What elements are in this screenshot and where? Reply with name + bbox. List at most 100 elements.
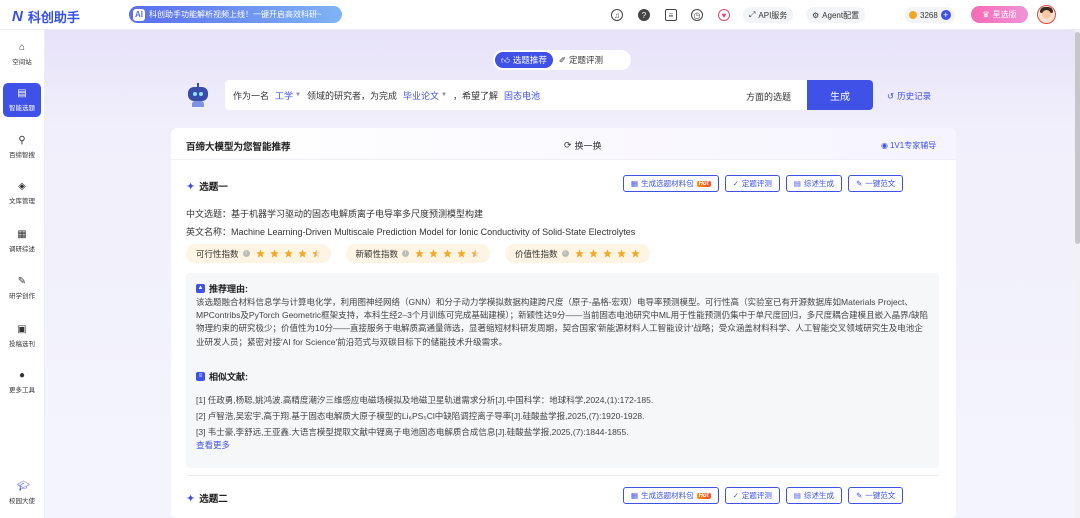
star-icon	[269, 249, 279, 258]
help-icon[interactable]: ?	[638, 9, 650, 21]
refs-heading: ≡ 相似文献:	[196, 370, 248, 383]
score-label: 新颖性指数	[355, 248, 399, 259]
materials-button[interactable]: ▦ 生成选题材料包 Hot	[623, 487, 719, 504]
star-icon	[283, 249, 293, 258]
chat-icon: ◉	[881, 141, 888, 150]
check-icon: ✓	[732, 491, 739, 500]
announcement-banner[interactable]: AI 科创助手功能解析视频上线！一键开启高效科研~	[129, 6, 342, 23]
history-icon[interactable]: ◷	[691, 9, 703, 21]
sidebar-item-review[interactable]: ▦ 调研综述	[3, 224, 41, 258]
edit-icon: ✎	[17, 275, 27, 287]
coin-count: 3268	[920, 10, 938, 20]
tab-evaluate-label: 定题评测	[569, 55, 604, 65]
review-button[interactable]: ▤ 综述生成	[785, 487, 842, 504]
reference-item[interactable]: [3] 韦士豪,李舒远,王亚鑫.大语言模型提取文献中锂离子电池固态电解质合成信息…	[196, 426, 629, 438]
score-label: 可行性指数	[196, 248, 239, 259]
refs-title: 相似文献:	[209, 372, 248, 382]
generate-button[interactable]: 生成	[807, 80, 873, 110]
score-row: 可行性指数 i 新颖性指数 i 价值性指数 i	[186, 244, 650, 263]
info-icon[interactable]: i	[242, 250, 250, 257]
search-icon: ⚲	[18, 134, 26, 146]
scrollbar-thumb[interactable]	[1075, 32, 1080, 244]
reason-title: 推荐理由:	[209, 284, 248, 294]
history-label: 历史记录	[897, 91, 932, 101]
topic-icon: ▤	[17, 87, 27, 99]
expert-label: 1V1专家辅导	[889, 141, 937, 150]
headset-icon[interactable]: ♫	[611, 9, 623, 21]
en-title-text: Machine Learning-Driven Multiscale Predi…	[231, 227, 636, 237]
tab-recommend[interactable]: 👍︎ 选题推荐	[495, 52, 553, 68]
ai-badge-icon: AI	[133, 8, 145, 21]
gift-icon: ▦	[631, 491, 639, 500]
evaluate-button[interactable]: ✓ 定题评测	[724, 175, 780, 192]
logo-mark-icon: N	[12, 8, 23, 25]
evaluate-label: 定题评测	[741, 179, 772, 188]
keyword-input[interactable]: 固态电池	[504, 89, 540, 102]
vip-badge[interactable]: ♛ 星选版	[971, 6, 1028, 23]
feasibility-score: 可行性指数 i	[186, 244, 331, 263]
sidebar-item-ambassador[interactable]: 🎓︎ 校园大使	[3, 476, 41, 510]
sidebar-item-label: 智能选题	[9, 104, 35, 112]
page-scrollbar[interactable]	[1075, 30, 1080, 518]
review-label: 综述生成	[803, 179, 834, 188]
evaluate-button[interactable]: ✓ 定题评测	[724, 487, 780, 504]
robot-assistant-icon	[186, 83, 210, 107]
draft-label: 一键范文	[865, 179, 896, 188]
star-rating	[255, 249, 321, 258]
expert-tutoring-link[interactable]: ◉ 1V1专家辅导	[881, 140, 936, 151]
chinese-title: 中文选题：基于机器学习驱动的固态电解质离子电导率多尺度预测模型构建	[186, 207, 483, 220]
draft-button[interactable]: ✎ 一键范文	[847, 175, 904, 192]
app-logo[interactable]: N 科创助手	[12, 7, 80, 26]
sidebar-item-writing[interactable]: ✎ 研学创作	[3, 271, 41, 305]
star-icon	[588, 249, 598, 258]
heart-icon[interactable]: ♥	[718, 9, 730, 21]
agent-config-button[interactable]: ⚙ Agent配置	[806, 7, 866, 23]
sidebar-item-journal[interactable]: ▣ 投稿选刊	[3, 319, 41, 353]
mode-switch: 👍︎ 选题推荐 ✐ 定题评测	[493, 50, 631, 70]
sidebar-item-more[interactable]: ● 更多工具	[3, 365, 41, 399]
review-button[interactable]: ▤ 综述生成	[785, 175, 842, 192]
sidebar-item-library[interactable]: ◈ 文库管理	[3, 176, 41, 210]
value-score: 价值性指数 i	[505, 244, 650, 263]
cn-title-text: 基于机器学习驱动的固态电解质离子电导率多尺度预测模型构建	[231, 209, 484, 219]
refresh-button[interactable]: ⟳ 换一换	[564, 139, 602, 152]
topic-title: ✦ 选题一	[186, 179, 228, 194]
tab-evaluate[interactable]: ✐ 定题评测	[553, 52, 609, 68]
info-icon[interactable]: i	[402, 250, 410, 257]
reference-item[interactable]: [1] 任政勇,杨聪,姚鸿波.高精度潮汐三维感应电磁场模拟及地磁卫星轨道需求分析…	[196, 394, 653, 406]
star-icon	[574, 249, 584, 258]
doc-icon: ▤	[793, 179, 801, 188]
panel-header: 百缔大模型为您智能推荐 ⟳ 换一换 ◉ 1V1专家辅导	[171, 128, 956, 160]
sidebar-item-label: 校园大使	[9, 497, 35, 505]
refresh-icon: ⟳	[564, 140, 572, 150]
coin-balance[interactable]: 3268 +	[905, 7, 955, 23]
star-icon	[415, 249, 424, 258]
user-avatar[interactable]	[1037, 5, 1056, 24]
sidebar-item-label: 百缔智搜	[9, 151, 35, 159]
draft-button[interactable]: ✎ 一键范文	[847, 487, 904, 504]
info-icon[interactable]: i	[561, 250, 569, 257]
document-icon[interactable]: ≡	[665, 9, 677, 21]
api-label: API服务	[758, 10, 788, 20]
doc-icon: ▤	[793, 491, 801, 500]
star-icon	[255, 249, 265, 258]
view-more-link[interactable]: 查看更多	[196, 439, 230, 451]
vip-label: 星选版	[992, 10, 1017, 19]
api-service-button[interactable]: ⤢ API服务	[743, 7, 794, 23]
home-icon: ⌂	[18, 41, 26, 53]
star-icon	[311, 249, 321, 258]
evaluate-label: 定题评测	[741, 491, 772, 500]
sidebar-item-topic[interactable]: ▤ 智能选题	[3, 83, 41, 117]
history-button[interactable]: ↺ 历史记录	[887, 90, 931, 102]
add-coins-icon[interactable]: +	[940, 10, 951, 20]
purpose-select[interactable]: 毕业论文 ▼	[403, 89, 447, 102]
topic-label: 选题二	[199, 494, 228, 505]
reference-item[interactable]: [2] 卢智浩,吴宏宇,高于翔.基于固态电解质大原子模型的Li₆PS₅Cl中缺陷…	[196, 410, 644, 422]
sidebar-item-home[interactable]: ⌂ 空间站	[3, 37, 41, 71]
hot-badge: Hot	[696, 180, 711, 187]
chevron-down-icon: ▼	[295, 92, 301, 98]
materials-button[interactable]: ▦ 生成选题材料包 Hot	[623, 175, 719, 192]
crown-icon: ♛	[982, 10, 990, 19]
sidebar-item-search[interactable]: ⚲ 百缔智搜	[3, 130, 41, 164]
field-select[interactable]: 工学 ▼	[275, 89, 301, 102]
